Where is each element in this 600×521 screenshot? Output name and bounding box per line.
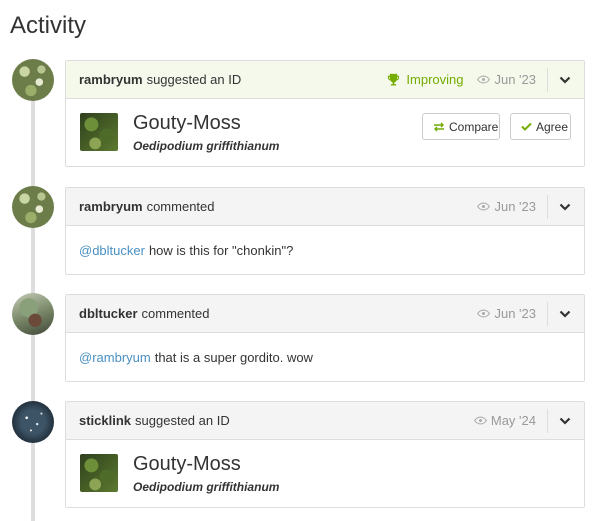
action-text: commented [141, 306, 210, 321]
date-label: Jun '23 [477, 199, 536, 214]
status-label: Improving [406, 72, 464, 87]
taxon-common-name[interactable]: Gouty-Moss [133, 112, 241, 135]
activity-item-comment: dbltucker commented Jun '23 @rambryum th… [65, 294, 585, 382]
action-text: suggested an ID [135, 413, 230, 428]
agree-button[interactable]: Agree [510, 113, 571, 140]
comment-body: @dbltucker how is this for "chonkin"? [66, 226, 584, 274]
eye-icon [477, 309, 491, 318]
user-link[interactable]: sticklink [79, 413, 131, 428]
date-label: Jun '23 [477, 306, 536, 321]
comment-body: @rambryum that is a super gordito. wow [66, 333, 584, 381]
mention-link[interactable]: @rambryum [79, 350, 151, 365]
chevron-down-icon[interactable] [558, 310, 572, 318]
check-icon [521, 122, 532, 131]
comment-text: how is this for "chonkin"? [148, 242, 294, 258]
divider [547, 408, 548, 433]
status-badge: Improving [387, 72, 463, 87]
activity-item-id: sticklink suggested an ID May '24 Gouty-… [65, 401, 585, 508]
action-text: suggested an ID [146, 72, 242, 87]
trophy-icon [387, 73, 400, 86]
comment-text: that is a super gordito. wow [154, 349, 313, 365]
taxon-scientific-name[interactable]: Oedipodium griffithianum [133, 139, 279, 153]
taxon-common-name[interactable]: Gouty-Moss [133, 453, 241, 476]
divider [547, 194, 548, 219]
card-header: rambryum suggested an ID Improving Jun '… [66, 61, 584, 99]
chevron-down-icon[interactable] [558, 203, 572, 211]
avatar[interactable] [12, 59, 54, 101]
page-title: Activity [10, 12, 87, 39]
compare-icon [433, 122, 445, 132]
user-link[interactable]: rambryum [79, 199, 143, 214]
compare-button[interactable]: Compare [422, 113, 500, 140]
divider [547, 301, 548, 326]
date-label: Jun '23 [477, 72, 536, 87]
avatar[interactable] [12, 293, 54, 335]
user-link[interactable]: dbltucker [79, 306, 138, 321]
mention-link[interactable]: @dbltucker [79, 243, 145, 258]
eye-icon [477, 202, 491, 211]
eye-icon [473, 416, 487, 425]
user-link[interactable]: rambryum [79, 72, 143, 87]
card-header: dbltucker commented Jun '23 [66, 295, 584, 333]
divider [547, 67, 548, 92]
eye-icon [477, 75, 491, 84]
avatar[interactable] [12, 401, 54, 443]
date-text: Jun '23 [494, 306, 536, 321]
compare-label: Compare [449, 119, 499, 134]
chevron-down-icon[interactable] [558, 417, 572, 425]
activity-item-comment: rambryum commented Jun '23 @dbltucker ho… [65, 187, 585, 275]
date-text: May '24 [490, 413, 536, 428]
agree-label: Agree [536, 119, 569, 134]
id-body: Gouty-Moss Oedipodium griffithianum Comp… [66, 99, 584, 166]
avatar[interactable] [12, 186, 54, 228]
id-body: Gouty-Moss Oedipodium griffithianum [66, 440, 584, 507]
taxon-photo[interactable] [80, 113, 118, 151]
taxon-scientific-name[interactable]: Oedipodium griffithianum [133, 480, 279, 494]
activity-item-id: rambryum suggested an ID Improving Jun '… [65, 60, 585, 167]
action-text: commented [146, 199, 215, 214]
card-header: rambryum commented Jun '23 [66, 188, 584, 226]
date-label: May '24 [473, 413, 536, 428]
date-text: Jun '23 [494, 72, 536, 87]
date-text: Jun '23 [494, 199, 536, 214]
card-header: sticklink suggested an ID May '24 [66, 402, 584, 440]
taxon-photo[interactable] [80, 454, 118, 492]
chevron-down-icon[interactable] [558, 76, 572, 84]
